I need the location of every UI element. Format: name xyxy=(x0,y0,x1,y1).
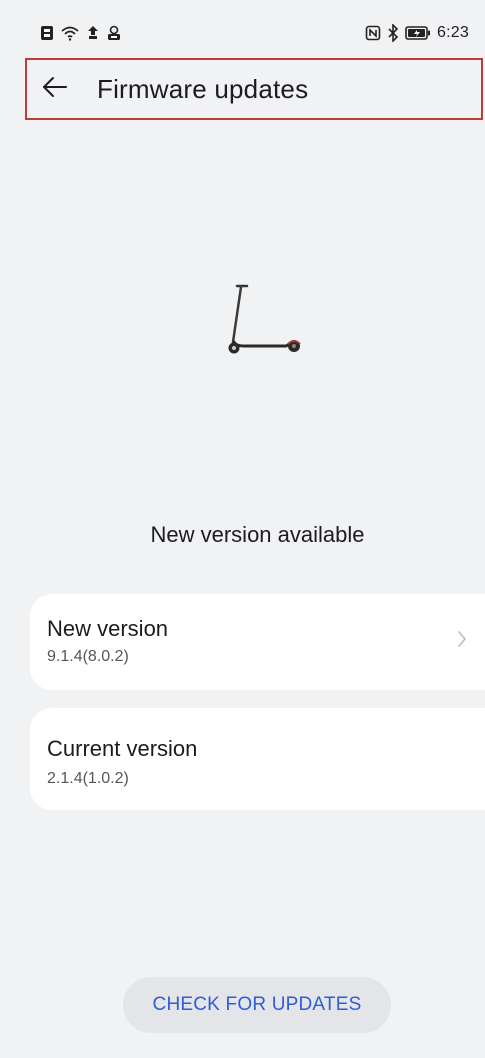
bluetooth-icon xyxy=(387,24,399,42)
status-bar-right: 6:23 xyxy=(365,20,469,46)
status-bar-left xyxy=(40,20,122,46)
back-arrow-icon xyxy=(42,76,68,103)
new-version-label: New version xyxy=(47,616,169,641)
status-bar: 6:23 xyxy=(0,0,485,56)
current-version-value: 2.1.4(1.0.2) xyxy=(47,770,129,787)
wifi-icon xyxy=(60,25,80,41)
app-icon xyxy=(106,25,122,41)
new-version-card[interactable]: New version 9.1.4(8.0.2) xyxy=(30,594,485,690)
status-time: 6:23 xyxy=(437,24,469,41)
update-status-message: New version available xyxy=(150,522,365,547)
battery-icon xyxy=(405,26,431,40)
sim-icon xyxy=(40,25,54,41)
check-for-updates-button[interactable]: CHECK FOR UPDATES xyxy=(123,977,391,1033)
page-title: Firmware updates xyxy=(97,73,309,104)
nfc-icon xyxy=(365,25,381,41)
current-version-label: Current version xyxy=(47,736,198,761)
back-button[interactable] xyxy=(33,67,77,111)
scooter-icon xyxy=(220,284,310,364)
current-version-card: Current version 2.1.4(1.0.2) xyxy=(30,708,485,810)
chevron-right-icon xyxy=(457,630,467,653)
app-header: Firmware updates xyxy=(25,58,483,120)
notification-icon xyxy=(86,25,100,41)
new-version-value: 9.1.4(8.0.2) xyxy=(47,648,129,665)
